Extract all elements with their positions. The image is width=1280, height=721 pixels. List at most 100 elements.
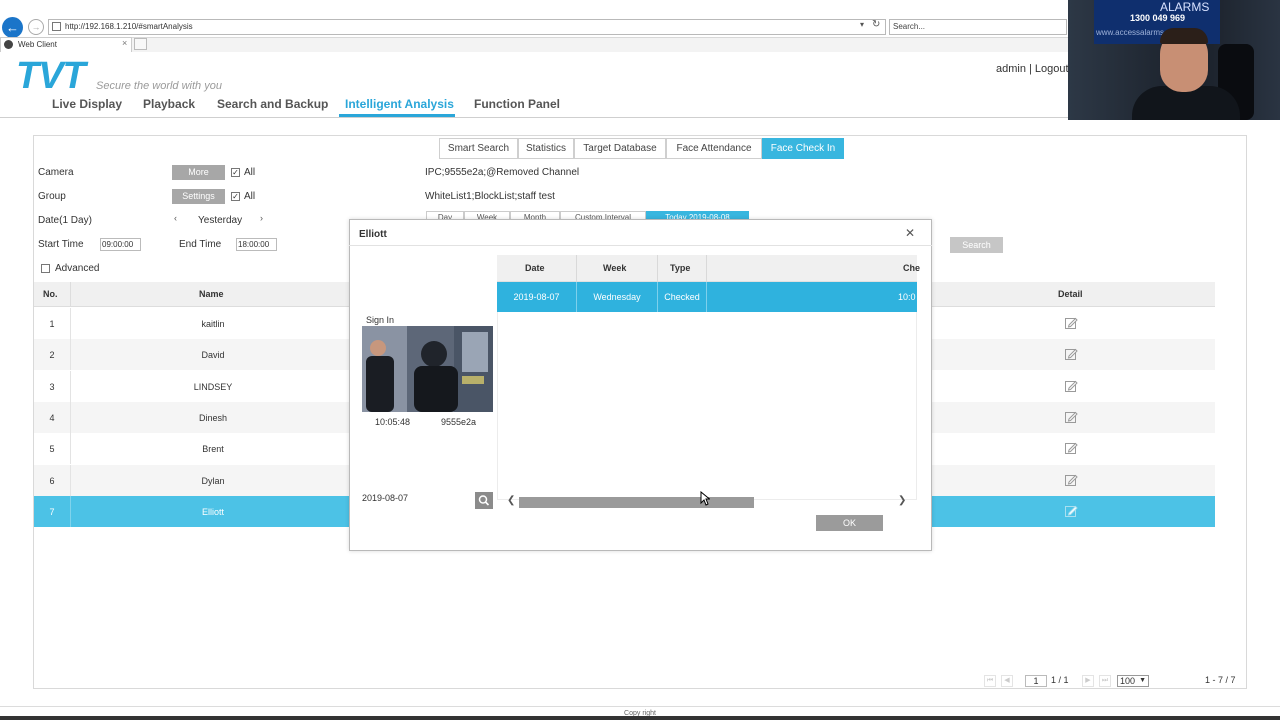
scroll-left-icon[interactable]: ❮: [507, 495, 515, 506]
column-divider: [576, 255, 577, 282]
nav-playback[interactable]: Playback: [143, 97, 195, 111]
header-divider: [0, 117, 1068, 118]
browser-tab[interactable]: Web Client: [0, 37, 132, 52]
column-divider: [706, 255, 707, 282]
column-header-no: No.: [43, 289, 58, 299]
nav-live-display[interactable]: Live Display: [52, 97, 122, 111]
mouse-cursor-icon: [700, 490, 711, 509]
cell-check-time: 10:0: [898, 292, 916, 302]
edit-icon[interactable]: [1065, 348, 1078, 360]
edit-icon[interactable]: [1065, 505, 1078, 517]
snapshot-scene: [362, 326, 493, 412]
dialog-date-value: 2019-08-07: [362, 493, 409, 503]
scrollbar-thumb[interactable]: [519, 497, 754, 508]
cell-name: Elliott: [201, 507, 224, 517]
scroll-right-icon[interactable]: ❯: [898, 495, 906, 506]
first-page-icon[interactable]: ⏮: [984, 675, 996, 687]
edit-glyph: [1065, 380, 1078, 392]
cell-no: 5: [49, 444, 55, 454]
tab-face-attendance[interactable]: Face Attendance: [666, 138, 762, 159]
column-header-type: Type: [670, 263, 691, 273]
group-settings-button[interactable]: Settings: [172, 189, 225, 204]
webcam-phone: 1300 049 969: [1130, 13, 1186, 23]
camera-more-button[interactable]: More: [172, 165, 225, 180]
group-value: WhiteList1;BlockList;staff test: [425, 191, 555, 202]
column-header-date: Date: [525, 263, 545, 273]
cell-name: kaitlin: [201, 319, 225, 329]
search-icon[interactable]: [475, 492, 493, 509]
tab-target-database[interactable]: Target Database: [574, 138, 666, 159]
page-size-value: 100: [1120, 676, 1136, 686]
ok-button[interactable]: OK: [816, 515, 883, 531]
nav-function-panel[interactable]: Function Panel: [474, 97, 560, 111]
edit-glyph: [1065, 474, 1078, 486]
cell-no: 4: [49, 413, 55, 423]
next-page-icon[interactable]: ▶: [1082, 675, 1094, 687]
prev-day-icon[interactable]: ‹: [174, 213, 177, 223]
close-icon[interactable]: ✕: [905, 226, 915, 240]
edit-icon[interactable]: [1065, 442, 1078, 454]
camera-all-checkbox[interactable]: ✓: [231, 168, 240, 177]
page-input[interactable]: 1: [1025, 675, 1047, 687]
header-divider: [70, 282, 71, 307]
forward-arrow-icon[interactable]: →: [28, 19, 44, 35]
close-tab-icon[interactable]: ×: [122, 38, 127, 48]
edit-icon[interactable]: [1065, 317, 1078, 329]
camera-value: IPC;9555e2a;@Removed Channel: [425, 167, 580, 178]
next-day-icon[interactable]: ›: [260, 213, 263, 223]
group-all-checkbox[interactable]: ✓: [231, 192, 240, 201]
cell-no: 7: [49, 507, 55, 517]
prev-page-icon[interactable]: ◀: [1001, 675, 1013, 687]
date-value: Yesterday: [198, 215, 243, 226]
result-range: 1 - 7 / 7: [1205, 675, 1236, 685]
start-time-label: Start Time: [38, 239, 84, 250]
column-divider: [657, 255, 658, 282]
face-snapshot-image[interactable]: [362, 326, 493, 412]
tab-statistics[interactable]: Statistics: [518, 138, 574, 159]
edit-glyph: [1065, 505, 1078, 517]
cell-no: 3: [49, 382, 55, 392]
refresh-icon[interactable]: ↻: [872, 19, 880, 30]
sign-in-label: Sign In: [366, 315, 395, 325]
nav-search-backup[interactable]: Search and Backup: [217, 97, 328, 111]
column-header-name: Name: [199, 289, 224, 299]
edit-icon[interactable]: [1065, 411, 1078, 423]
tab-smart-search[interactable]: Smart Search: [439, 138, 518, 159]
dialog-title: Elliott: [359, 229, 387, 240]
chevron-down-icon: ▼: [1139, 677, 1146, 684]
last-page-icon[interactable]: ⏭: [1099, 675, 1111, 687]
cell-name: LINDSEY: [193, 382, 233, 392]
cell-type: Checked: [664, 292, 700, 302]
start-time-input[interactable]: 09:00:00: [100, 238, 141, 251]
cell-no: 6: [49, 476, 55, 486]
user-logout-link[interactable]: admin | Logout: [996, 63, 1069, 75]
dropdown-arrow-icon[interactable]: ▾: [860, 20, 864, 29]
cell-name: David: [201, 350, 225, 360]
nav-intelligent-analysis[interactable]: Intelligent Analysis: [345, 97, 454, 111]
cursor-glyph: [700, 490, 711, 506]
page-size-select[interactable]: 100 ▼: [1117, 675, 1149, 687]
cell-no: 1: [49, 319, 55, 329]
tab-strip: [0, 38, 1068, 52]
search-button[interactable]: Search: [950, 237, 1003, 253]
column-divider: [706, 282, 707, 312]
edit-icon[interactable]: [1065, 380, 1078, 392]
edit-glyph: [1065, 442, 1078, 454]
snapshot-channel: 9555e2a: [441, 417, 477, 427]
page-icon: [52, 22, 61, 31]
edit-icon[interactable]: [1065, 474, 1078, 486]
advanced-checkbox[interactable]: [41, 264, 50, 273]
new-tab-button[interactable]: [134, 38, 147, 50]
edit-glyph: [1065, 348, 1078, 360]
back-arrow-icon[interactable]: ←: [2, 17, 23, 38]
cell-name: Dinesh: [198, 413, 227, 423]
group-label: Group: [38, 191, 66, 202]
check-in-table-header: [497, 255, 917, 282]
column-header-week: Week: [603, 263, 627, 273]
browser-search-input[interactable]: Search...: [889, 19, 1067, 35]
cell-week: Wednesday: [593, 292, 641, 302]
edit-glyph: [1065, 411, 1078, 423]
tab-face-check-in[interactable]: Face Check In: [762, 138, 844, 159]
end-time-input[interactable]: 18:00:00: [236, 238, 277, 251]
address-bar[interactable]: http://192.168.1.210/#smartAnalysis: [48, 19, 886, 35]
